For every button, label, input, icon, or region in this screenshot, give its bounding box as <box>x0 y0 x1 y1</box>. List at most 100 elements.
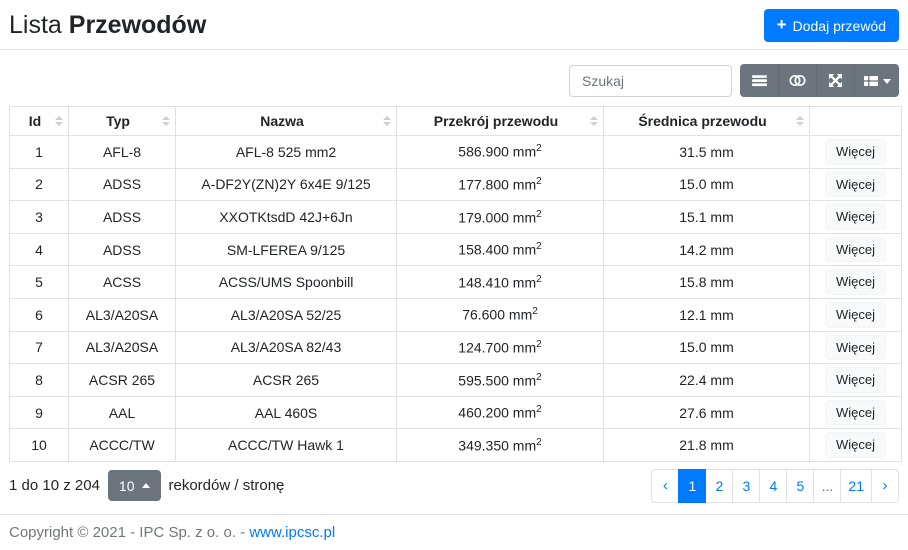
columns-dropdown-button[interactable] <box>854 64 899 97</box>
pagination: ‹ 1 2 3 4 5 ... 21 › <box>651 469 899 503</box>
page-2-button[interactable]: 2 <box>705 469 733 503</box>
cell-id: 8 <box>10 364 69 397</box>
column-header-srednica[interactable]: Średnica przewodu <box>604 107 810 136</box>
cell-actions: Więcej <box>810 266 902 299</box>
cell-actions: Więcej <box>810 233 902 266</box>
pagination-switch-icon <box>752 73 767 88</box>
cell-srednica: 15.0 mm <box>604 168 810 201</box>
sort-icon <box>383 116 391 126</box>
more-button[interactable]: Więcej <box>825 432 886 458</box>
card-view-toggle-button[interactable] <box>778 64 816 97</box>
cell-srednica: 31.5 mm <box>604 136 810 169</box>
table-row: 1 AFL-8 AFL-8 525 mm2 586.900 mm2 31.5 m… <box>10 136 902 169</box>
table-row: 6 AL3/A20SA AL3/A20SA 52/25 76.600 mm2 1… <box>10 298 902 331</box>
cell-nazwa: AFL-8 525 mm2 <box>176 136 397 169</box>
more-button[interactable]: Więcej <box>825 204 886 230</box>
page-21-button[interactable]: 21 <box>840 469 872 503</box>
page-size-dropdown[interactable]: 10 <box>108 470 161 501</box>
column-header-nazwa[interactable]: Nazwa <box>176 107 397 136</box>
cell-id: 10 <box>10 429 69 462</box>
cell-nazwa: AL3/A20SA 52/25 <box>176 298 397 331</box>
cell-przekroj: 586.900 mm2 <box>397 136 604 169</box>
cell-id: 9 <box>10 396 69 429</box>
copyright-link[interactable]: www.ipcsc.pl <box>249 524 335 541</box>
table-row: 3 ADSS XXOTKtsdD 42J+6Jn 179.000 mm2 15.… <box>10 201 902 234</box>
cell-przekroj: 177.800 mm2 <box>397 168 604 201</box>
copyright-text: Copyright © 2021 - IPC Sp. z o. o. - <box>9 524 249 541</box>
cell-actions: Więcej <box>810 298 902 331</box>
cell-srednica: 12.1 mm <box>604 298 810 331</box>
prev-page-button[interactable]: ‹ <box>651 469 679 503</box>
page-title: Lista Przewodów <box>9 9 206 41</box>
cell-srednica: 15.1 mm <box>604 201 810 234</box>
more-button[interactable]: Więcej <box>825 172 886 198</box>
page-title-bold: Przewodów <box>69 11 207 39</box>
cell-id: 4 <box>10 233 69 266</box>
column-header-id[interactable]: Id <box>10 107 69 136</box>
cell-id: 2 <box>10 168 69 201</box>
cell-typ: ADSS <box>69 201 176 234</box>
cell-id: 5 <box>10 266 69 299</box>
table-row: 8 ACSR 265 ACSR 265 595.500 mm2 22.4 mm … <box>10 364 902 397</box>
cell-nazwa: AL3/A20SA 82/43 <box>176 331 397 364</box>
more-button[interactable]: Więcej <box>825 237 886 263</box>
more-button[interactable]: Więcej <box>825 302 886 328</box>
add-conductor-button[interactable]: + Dodaj przewód <box>764 9 899 42</box>
header-divider <box>0 49 908 50</box>
column-header-actions <box>810 107 902 136</box>
cell-actions: Więcej <box>810 364 902 397</box>
more-button[interactable]: Więcej <box>825 139 886 165</box>
fullscreen-icon <box>828 73 843 88</box>
column-header-przekroj[interactable]: Przekrój przewodu <box>397 107 604 136</box>
page-1-button[interactable]: 1 <box>678 469 706 503</box>
cell-actions: Więcej <box>810 136 902 169</box>
next-page-button[interactable]: › <box>871 469 899 503</box>
table-header-row: Id Typ Nazwa Przekrój przewodu Średnica … <box>10 107 902 136</box>
page-ellipsis: ... <box>813 469 841 503</box>
sort-icon <box>162 116 170 126</box>
cell-srednica: 14.2 mm <box>604 233 810 266</box>
more-button[interactable]: Więcej <box>825 335 886 361</box>
fullscreen-button[interactable] <box>816 64 854 97</box>
chevron-up-icon <box>142 483 150 488</box>
cell-srednica: 15.8 mm <box>604 266 810 299</box>
more-button[interactable]: Więcej <box>825 269 886 295</box>
cell-przekroj: 349.350 mm2 <box>397 429 604 462</box>
cell-typ: AFL-8 <box>69 136 176 169</box>
page-4-button[interactable]: 4 <box>759 469 787 503</box>
page-3-button[interactable]: 3 <box>732 469 760 503</box>
cell-nazwa: ACSR 265 <box>176 364 397 397</box>
cell-nazwa: A-DF2Y(ZN)2Y 6x4E 9/125 <box>176 168 397 201</box>
page-size-value: 10 <box>119 478 135 494</box>
pagination-switch-button[interactable] <box>740 64 778 97</box>
table-row: 7 AL3/A20SA AL3/A20SA 82/43 124.700 mm2 … <box>10 331 902 364</box>
sort-icon <box>796 116 804 126</box>
cell-nazwa: XXOTKtsdD 42J+6Jn <box>176 201 397 234</box>
conductor-table: Id Typ Nazwa Przekrój przewodu Średnica … <box>9 106 902 462</box>
cell-typ: AL3/A20SA <box>69 331 176 364</box>
search-input[interactable] <box>569 65 732 97</box>
cell-typ: ADSS <box>69 233 176 266</box>
column-header-nazwa-label: Nazwa <box>260 113 304 129</box>
column-header-typ[interactable]: Typ <box>69 107 176 136</box>
record-range-label: 1 do 10 z 204 <box>9 477 100 494</box>
cell-srednica: 21.8 mm <box>604 429 810 462</box>
column-header-srednica-label: Średnica przewodu <box>638 113 766 129</box>
conductor-table-wrap: Id Typ Nazwa Przekrój przewodu Średnica … <box>0 106 908 462</box>
sort-icon <box>55 116 63 126</box>
more-button[interactable]: Więcej <box>825 400 886 426</box>
cell-srednica: 22.4 mm <box>604 364 810 397</box>
plus-icon: + <box>777 16 787 33</box>
page-5-button[interactable]: 5 <box>786 469 814 503</box>
pagination-summary: 1 do 10 z 204 10 rekordów / stronę <box>9 470 284 501</box>
cell-srednica: 27.6 mm <box>604 396 810 429</box>
table-row: 5 ACSS ACSS/UMS Spoonbill 148.410 mm2 15… <box>10 266 902 299</box>
cell-nazwa: SM-LFEREA 9/125 <box>176 233 397 266</box>
table-footer: 1 do 10 z 204 10 rekordów / stronę ‹ 1 2… <box>0 462 908 503</box>
table-row: 4 ADSS SM-LFEREA 9/125 158.400 mm2 14.2 … <box>10 233 902 266</box>
cell-typ: ACSR 265 <box>69 364 176 397</box>
cell-przekroj: 595.500 mm2 <box>397 364 604 397</box>
more-button[interactable]: Więcej <box>825 367 886 393</box>
toolbar-button-group <box>740 64 899 97</box>
cell-typ: ADSS <box>69 168 176 201</box>
